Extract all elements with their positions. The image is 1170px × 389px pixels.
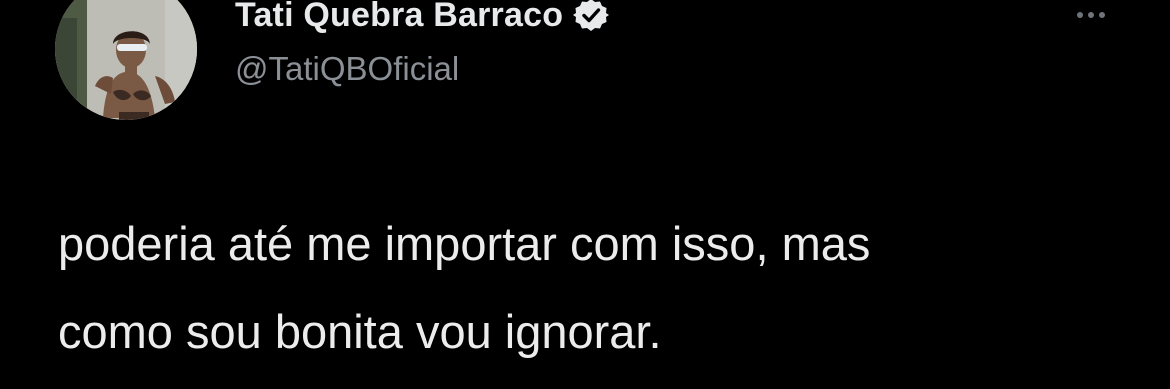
tweet-text-line: poderia até me importar com isso, mas	[58, 217, 871, 270]
more-dot	[1099, 12, 1105, 18]
author-handle[interactable]: @TatiQBOficial	[235, 50, 459, 88]
tweet-text: poderia até me importar com isso, mas co…	[58, 200, 1148, 376]
more-dot	[1077, 12, 1083, 18]
more-dot	[1088, 12, 1094, 18]
author-display-name[interactable]: Tati Quebra Barraco	[235, 0, 563, 35]
avatar-photo	[55, 0, 197, 120]
author-name-row: Tati Quebra Barraco	[235, 0, 610, 38]
tweet-card: Tati Quebra Barraco @TatiQBOficial poder…	[0, 0, 1170, 389]
tweet-text-line: como sou bonita vou ignorar.	[58, 305, 662, 358]
verified-badge-icon	[573, 0, 610, 33]
author-avatar[interactable]	[55, 0, 197, 120]
more-options-icon[interactable]	[1067, 2, 1115, 28]
